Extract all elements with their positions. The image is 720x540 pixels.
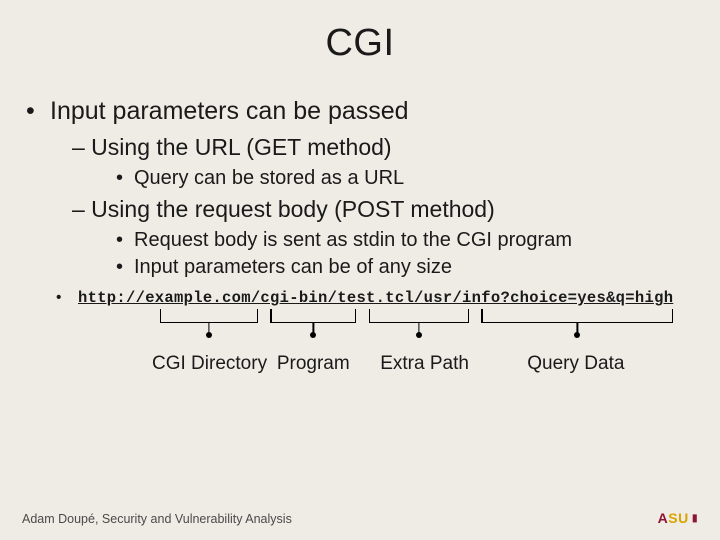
bullet-l1: •Input parameters can be passed — [26, 97, 694, 126]
bracket-icon — [369, 309, 469, 349]
logo-su: SU — [668, 510, 688, 526]
label-cgi-dir: CGI Directory — [152, 353, 260, 375]
example-url: •http://example.com/cgi-bin/test.tcl/usr… — [56, 289, 694, 307]
logo-a: A — [658, 510, 669, 526]
bullet-dot-icon: • — [26, 97, 50, 126]
url-brackets — [160, 309, 694, 349]
bullet-dot-icon: • — [116, 229, 134, 252]
bullet-l3-text: Query can be stored as a URL — [134, 167, 404, 189]
bullet-l3-query: •Query can be stored as a URL — [116, 167, 694, 190]
bullet-dot-icon: • — [116, 167, 134, 190]
bracket-icon — [270, 309, 356, 349]
bullet-dot-icon: • — [116, 256, 134, 279]
bullet-l2-get: – Using the URL (GET method) — [72, 134, 694, 161]
slide-title: CGI — [0, 0, 720, 65]
bullet-dot-icon: • — [56, 289, 78, 307]
bullet-l2-post: – Using the request body (POST method) — [72, 196, 694, 223]
label-query: Query Data — [488, 353, 664, 375]
bullet-l3-size: •Input parameters can be of any size — [116, 256, 694, 279]
bullet-l3-text: Input parameters can be of any size — [134, 256, 452, 278]
sun-icon: ▮ — [689, 513, 698, 524]
example-url-text: http://example.com/cgi-bin/test.tcl/usr/… — [78, 289, 673, 307]
bullet-l3-text: Request body is sent as stdin to the CGI… — [134, 229, 572, 251]
label-extra-path: Extra Path — [367, 353, 483, 375]
bullet-l3-stdin: •Request body is sent as stdin to the CG… — [116, 229, 694, 252]
bullet-l1-text: Input parameters can be passed — [50, 97, 409, 125]
label-program: Program — [265, 353, 361, 375]
slide-footer: Adam Doupé, Security and Vulnerability A… — [22, 512, 292, 526]
url-part-labels: CGI Directory Program Extra Path Query D… — [152, 353, 694, 375]
bracket-icon — [481, 309, 673, 349]
bracket-icon — [160, 309, 258, 349]
slide-body: •Input parameters can be passed – Using … — [0, 65, 720, 375]
asu-logo: ASU ▮ — [658, 510, 698, 526]
